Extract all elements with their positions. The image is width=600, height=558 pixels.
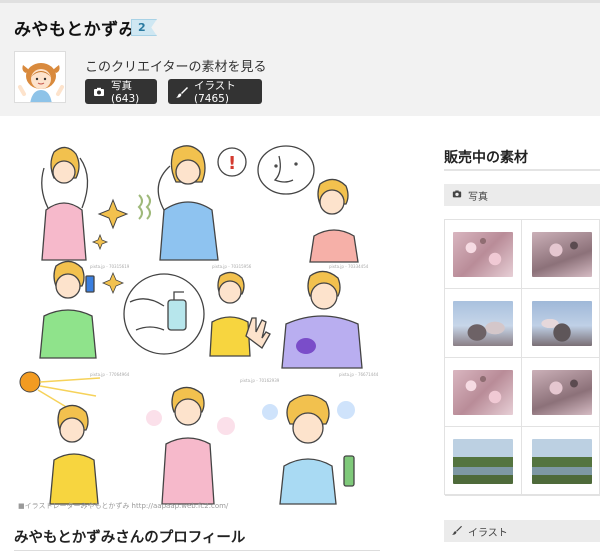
camera-icon [452, 189, 462, 202]
creator-avatar[interactable] [14, 51, 66, 103]
svg-text:!: ! [228, 153, 236, 174]
woman-hands-on-cheeks [146, 386, 235, 505]
cherry-blossom-thumbnail [531, 231, 592, 277]
svg-text:pixta.jp - 70334454: pixta.jp - 70334454 [329, 264, 369, 269]
thumbnail-cell[interactable] [522, 358, 600, 427]
creator-header: みやもとかずみ 2 このクリエイターの素材を見る 写真 (643) イラスト (… [0, 0, 600, 116]
hand-soap-pump [123, 273, 205, 355]
featured-illustration[interactable]: ! pixta.jp - 70315619 pixta.jp - 7031595… [14, 140, 380, 512]
woman-skincare-cream [262, 394, 355, 505]
river-thumbnail [453, 438, 513, 484]
cherry-blossom-thumbnail [453, 369, 513, 415]
svg-text:pixta.jp - 70315956: pixta.jp - 70315956 [212, 264, 252, 269]
profile-divider [14, 550, 380, 551]
photo-button[interactable]: 写真 (643) [85, 79, 157, 105]
river-thumbnail [531, 438, 592, 484]
thumbnail-cell[interactable] [522, 220, 600, 289]
illustration-artwork: ! pixta.jp - 70315619 pixta.jp - 7031595… [18, 145, 379, 510]
woman-armpit-sparkle [41, 146, 89, 261]
svg-text:pixta.jp - 70315619: pixta.jp - 70315619 [90, 264, 130, 269]
thumbnail-cell[interactable] [445, 358, 522, 427]
blossom-sky-thumbnail [453, 300, 513, 346]
profile-title: みやもとかずみさんのプロフィール [14, 530, 246, 546]
man-sweat-shirt [281, 270, 363, 369]
view-works-link[interactable]: このクリエイターの素材を見る [85, 56, 266, 75]
svg-text:pixta.jp - 76671444: pixta.jp - 76671444 [339, 372, 379, 377]
thumbnail-cell[interactable] [522, 427, 600, 496]
thumbnail-cell[interactable] [445, 220, 522, 289]
thumbnail-cell[interactable] [522, 289, 600, 358]
illust-button-label: イラスト (7465) [194, 80, 236, 105]
woman-touching-face [309, 178, 359, 263]
camera-icon [93, 86, 105, 98]
woman-sweat-alarm [157, 145, 219, 261]
thumbnail-cell[interactable] [445, 427, 522, 496]
sidebar-title: 販売中の素材 [444, 150, 528, 166]
photo-button-label: 写真 (643) [111, 80, 140, 105]
sidebar-illust-label: イラスト [468, 527, 508, 539]
svg-text:pixta.jp - 70162939: pixta.jp - 70162939 [240, 378, 280, 383]
sidebar-divider [444, 169, 600, 171]
thumbnail-cell[interactable] [445, 289, 522, 358]
cherry-blossom-thumbnail [531, 369, 592, 415]
cherry-blossom-thumbnail [453, 231, 513, 277]
brush-icon [176, 86, 188, 98]
woman-raised-hand [209, 271, 271, 357]
creator-name: みやもとかずみ [14, 20, 137, 40]
level-badge: 2 [131, 19, 157, 36]
illustration-watermark: ■イラストレーターみやもとかずみ http://aapaap.web.fc2.c… [18, 501, 229, 510]
sidebar-illust-category[interactable]: イラスト [444, 520, 600, 542]
sidebar-photo-category[interactable]: 写真 [444, 184, 600, 206]
blossom-sky-thumbnail [531, 300, 592, 346]
woman-sun-heat [49, 404, 99, 505]
illust-button[interactable]: イラスト (7465) [168, 79, 262, 105]
sidebar-photo-label: 写真 [468, 191, 488, 203]
man-deodorant [39, 260, 97, 359]
photo-thumbnail-grid [444, 219, 600, 496]
nose-closeup [257, 145, 315, 195]
svg-text:pixta.jp - 77064964: pixta.jp - 77064964 [90, 372, 130, 377]
brush-icon [452, 525, 462, 538]
